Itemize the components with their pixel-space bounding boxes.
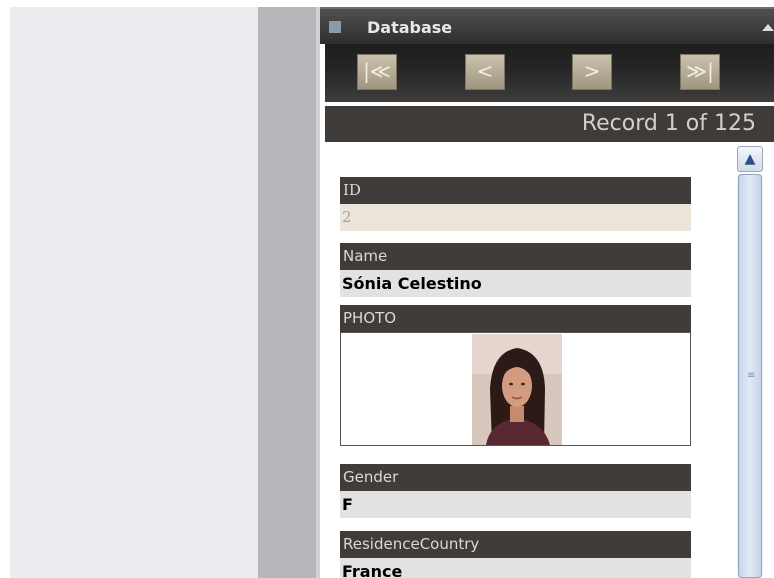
panel-title-bar[interactable]: Database [320, 7, 774, 44]
record-counter: Record 1 of 125 [581, 111, 756, 136]
scroll-thumb[interactable]: ≡ [738, 174, 762, 578]
panel-title: Database [367, 18, 453, 37]
record-form: ID 2 Name Sónia Celestino PHOTO Gender F… [325, 142, 774, 578]
name-label: Name [340, 243, 691, 270]
id-value: 2 [340, 204, 691, 231]
previous-record-button[interactable]: < [465, 54, 505, 90]
first-record-button[interactable]: |≪ [357, 54, 397, 90]
splitter-strip [258, 7, 316, 578]
photo-box[interactable] [340, 332, 691, 446]
id-label: ID [340, 177, 691, 204]
photo-label: PHOTO [340, 305, 691, 332]
gender-value[interactable]: F [340, 491, 691, 518]
next-record-button[interactable]: > [572, 54, 612, 90]
name-value[interactable]: Sónia Celestino [340, 270, 691, 297]
panel-square-icon [329, 21, 341, 33]
gender-label: Gender [340, 464, 691, 491]
collapse-arrow-icon[interactable] [762, 24, 774, 31]
left-pane-background [10, 7, 258, 578]
record-navigation-bar: |≪ < > ≫| [325, 44, 774, 102]
scroll-track[interactable]: ≡ [737, 174, 763, 578]
residence-country-label: ResidenceCountry [340, 531, 691, 558]
vertical-scrollbar[interactable]: ▲ ≡ [737, 146, 763, 578]
scroll-up-arrow-icon[interactable]: ▲ [737, 146, 763, 172]
residence-country-value[interactable]: France [340, 558, 691, 578]
last-record-button[interactable]: ≫| [680, 54, 720, 90]
database-panel: Database |≪ < > ≫| Record 1 of 125 ID 2 … [320, 7, 774, 578]
portrait-photo [472, 334, 562, 445]
scroll-grip-icon: ≡ [747, 370, 756, 381]
record-counter-bar: Record 1 of 125 [325, 106, 774, 142]
